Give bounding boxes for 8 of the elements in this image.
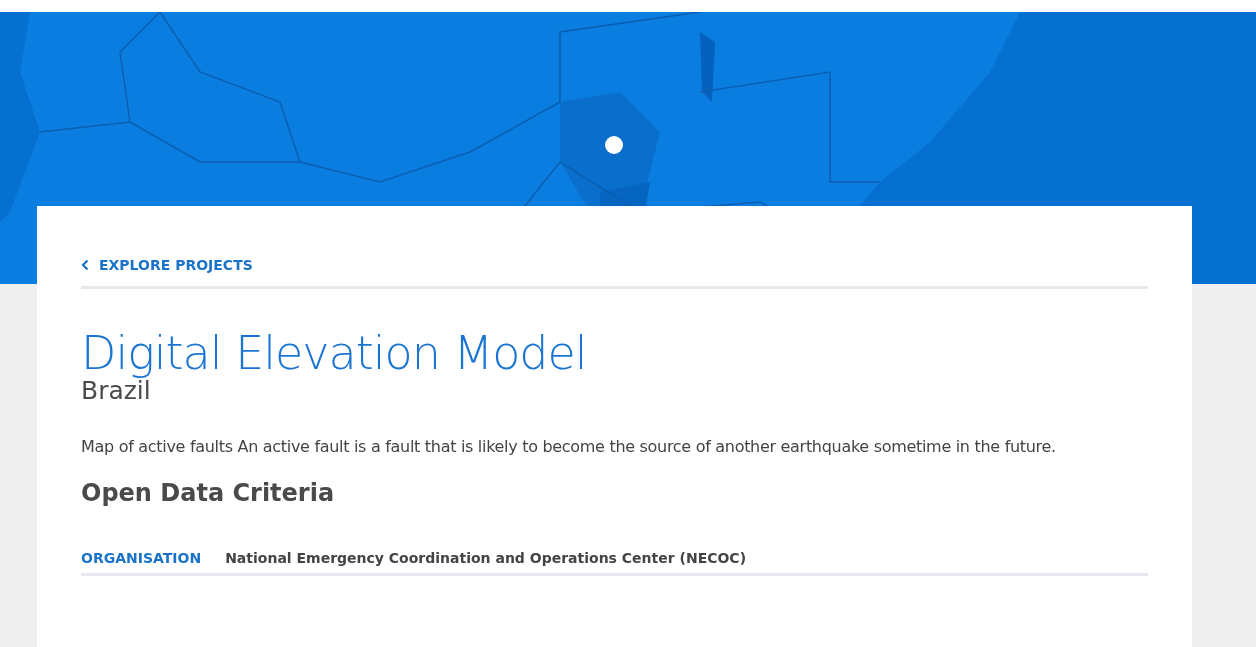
project-country: Brazil: [81, 377, 151, 405]
project-description: Map of active faults An active fault is a fault that is likely to become the source of another earthquake sometime in the future.: [81, 435, 1057, 458]
project-title: Digital Elevation Model: [81, 329, 588, 378]
detail-label: ORGANISATION: [81, 548, 202, 568]
back-link[interactable]: EXPLORE PROJECTS: [81, 254, 253, 276]
detail-value: National Emergency Coordination and Operations Center (NECOC): [225, 548, 747, 568]
chevron-left-icon: [81, 259, 89, 271]
section-heading: Open Data Criteria: [81, 478, 336, 508]
